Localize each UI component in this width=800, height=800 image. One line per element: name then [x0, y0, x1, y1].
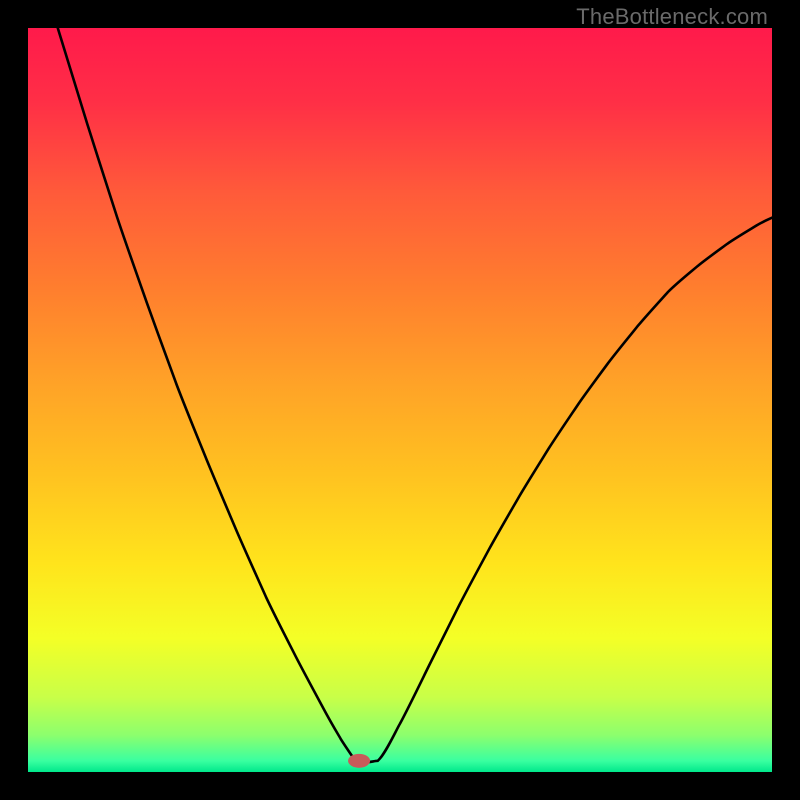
chart-frame [28, 28, 772, 772]
plot-area [28, 28, 772, 772]
optimal-point-marker [348, 754, 370, 768]
watermark-text: TheBottleneck.com [576, 4, 768, 30]
chart-svg [28, 28, 772, 772]
chart-background [28, 28, 772, 772]
